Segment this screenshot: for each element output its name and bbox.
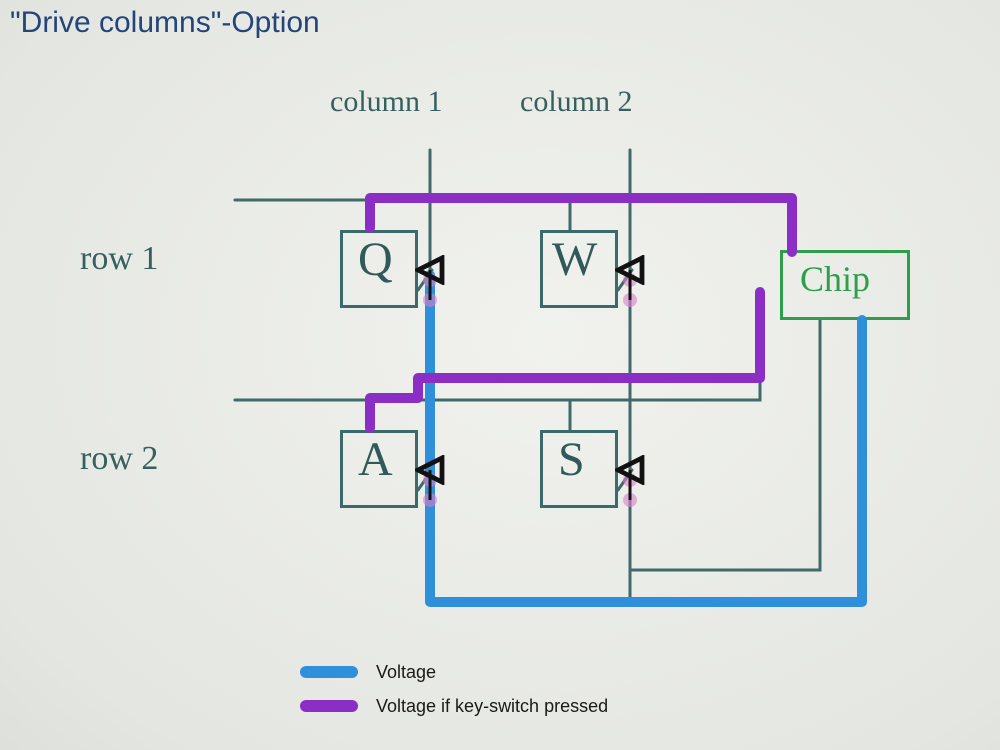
legend-voltage-label: Voltage: [376, 662, 436, 683]
legend-voltage-pressed-swatch: [300, 700, 358, 712]
legend-voltage-pressed-label: Voltage if key-switch pressed: [376, 696, 608, 717]
legend: Voltage Voltage if key-switch pressed: [300, 655, 608, 723]
diode-arrows: [0, 0, 1000, 750]
legend-voltage: Voltage: [300, 655, 608, 689]
diagram-title: "Drive columns"-Option: [10, 6, 320, 40]
legend-voltage-pressed: Voltage if key-switch pressed: [300, 689, 608, 723]
legend-voltage-swatch: [300, 666, 358, 678]
